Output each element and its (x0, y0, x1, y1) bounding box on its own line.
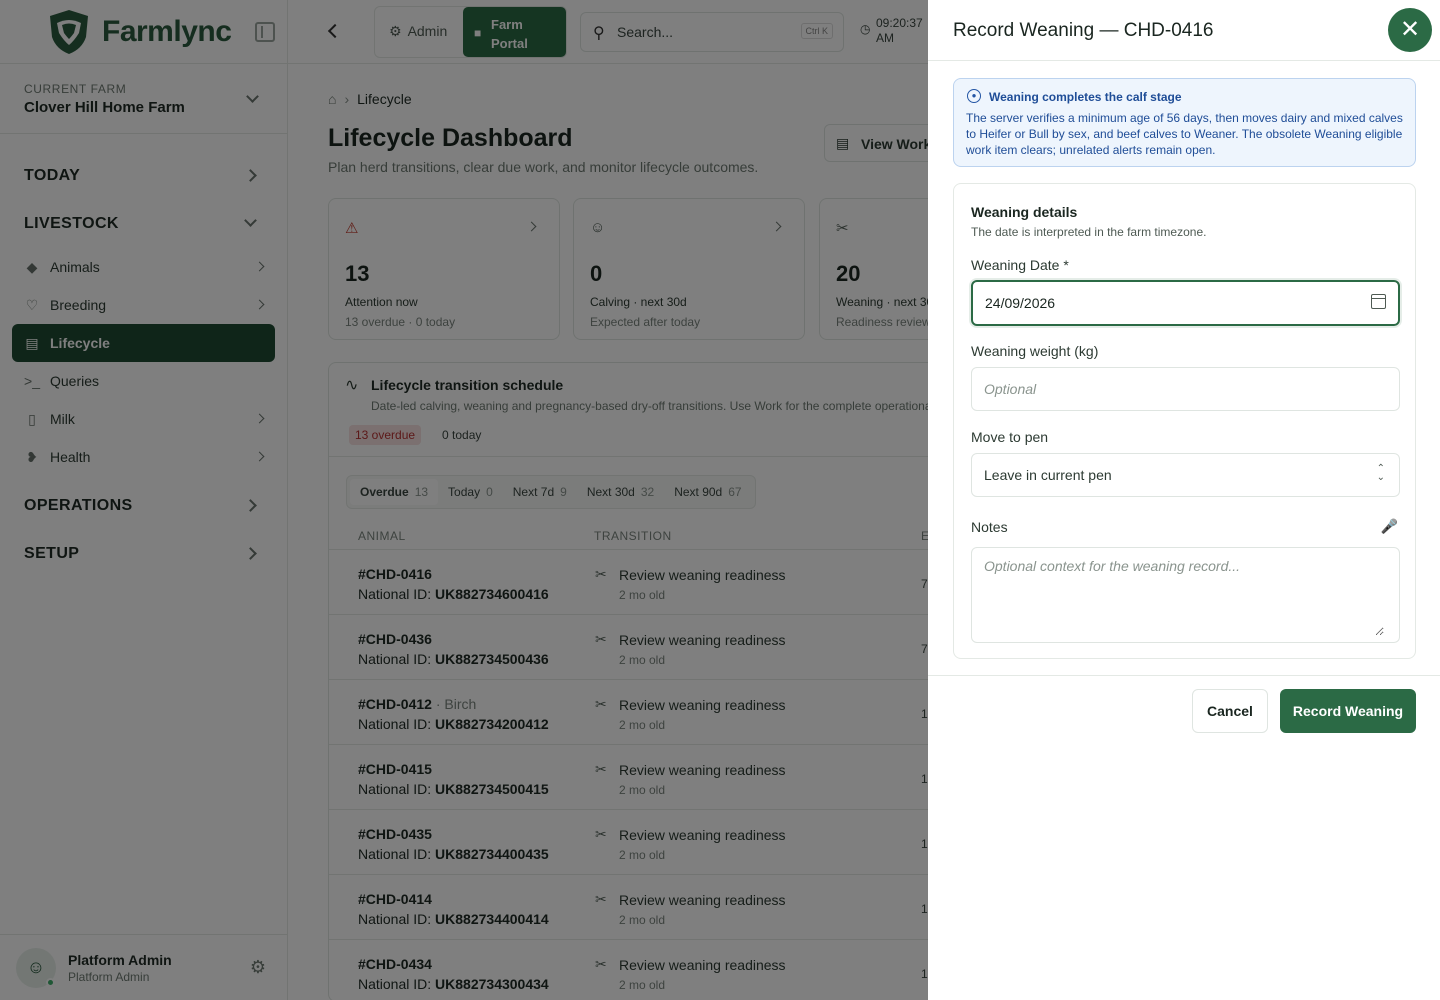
info-body: The server verifies a minimum age of 56 … (966, 111, 1403, 157)
calendar-icon[interactable] (1371, 294, 1386, 309)
notes-textarea[interactable] (984, 558, 1384, 636)
modal-backdrop[interactable] (0, 0, 928, 1000)
weaning-weight-field (971, 367, 1400, 411)
section-title: Weaning details (971, 204, 1078, 220)
close-button[interactable]: ✕ (1388, 8, 1432, 52)
microphone-icon[interactable]: 🎤 (1381, 518, 1398, 535)
weaning-date-value: 24/09/2026 (985, 295, 1056, 311)
record-weaning-drawer: Record Weaning — CHD-0416 ✕ ● Weaning co… (928, 0, 1440, 1000)
weaning-date-field[interactable]: 24/09/2026 (971, 280, 1400, 326)
weaning-weight-input[interactable] (984, 381, 1384, 397)
weaning-date-label: Weaning Date * (971, 257, 1069, 273)
drawer-title: Record Weaning — CHD-0416 (953, 20, 1214, 41)
move-to-pen-label: Move to pen (971, 429, 1049, 445)
drawer-footer: Cancel Record Weaning (928, 675, 1440, 761)
notes-label: Notes (971, 519, 1008, 535)
record-weaning-button[interactable]: Record Weaning (1280, 689, 1416, 733)
baby-icon: ● (967, 89, 981, 103)
info-title: Weaning completes the calf stage (989, 90, 1182, 104)
weaning-details-card: Weaning details The date is interpreted … (953, 183, 1416, 659)
chevron-up-down-icon: ⌃ ⌄ (1376, 463, 1385, 483)
notes-field (971, 547, 1400, 643)
drawer-header: Record Weaning — CHD-0416 ✕ (928, 0, 1440, 61)
section-subtitle: The date is interpreted in the farm time… (971, 225, 1207, 239)
info-callout: ● Weaning completes the calf stage The s… (953, 78, 1416, 167)
close-icon: ✕ (1399, 16, 1421, 43)
move-to-pen-value: Leave in current pen (984, 467, 1112, 483)
move-to-pen-select[interactable]: Leave in current pen ⌃ ⌄ (971, 453, 1400, 497)
cancel-button[interactable]: Cancel (1192, 689, 1268, 733)
weaning-weight-label: Weaning weight (kg) (971, 343, 1099, 359)
